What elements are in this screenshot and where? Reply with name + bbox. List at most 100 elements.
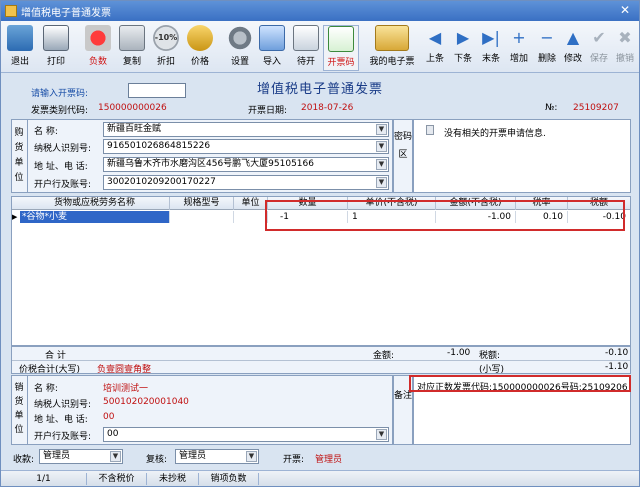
payee-value: 管理员 — [43, 451, 71, 461]
buyer-bank-value: 300201020920017​0227 — [107, 177, 216, 187]
type-code-value: 150000000026 — [98, 103, 167, 113]
last-record-button[interactable]: ▶| 末条 — [477, 29, 505, 65]
buyer-bank-label: 开户行及账号: — [34, 180, 92, 190]
chevron-down-icon[interactable]: ▼ — [376, 124, 387, 135]
seller-bank-label: 开户行及账号: — [34, 432, 92, 442]
settings-button[interactable]: 设置 — [223, 25, 257, 71]
add-label: 增加 — [509, 54, 528, 64]
invoice-code-button[interactable]: 开票码 — [323, 25, 359, 71]
seller-name-label: 名 称: — [34, 384, 58, 394]
code-prompt-label: 请输入开票码: — [31, 89, 89, 99]
toolbar: 退出 打印 负数 复制 -10% 折扣 价格 设置 导入 待开 开票码 我的电子… — [1, 21, 639, 73]
undo-label: 撤销 — [615, 54, 634, 64]
copy-icon — [119, 25, 145, 51]
chevron-down-icon[interactable]: ▼ — [376, 141, 387, 152]
reviewer-select[interactable]: 管理员 ▼ — [175, 449, 259, 464]
cell-goods-name[interactable]: *谷物*小麦 — [20, 211, 170, 223]
close-icon[interactable]: ✕ — [617, 3, 633, 18]
edit-triangle-icon: ▲ — [566, 28, 580, 47]
copy-label: 复制 — [122, 57, 141, 67]
pending-button[interactable]: 待开 — [289, 25, 323, 71]
buyer-name-value: 新疆百旺金赋 — [107, 124, 162, 134]
buyer-name-field[interactable]: 新疆百旺金赋 ▼ — [103, 122, 389, 137]
print-label: 打印 — [46, 57, 65, 67]
save-button[interactable]: ✔ 保存 — [585, 29, 613, 65]
chevron-down-icon[interactable]: ▼ — [246, 451, 257, 462]
my-einvoice-label: 我的电子票 — [369, 57, 415, 67]
import-button[interactable]: 导入 — [255, 25, 289, 71]
price-icon — [187, 25, 213, 51]
password-message: 没有相关的开票申请信息. — [444, 129, 546, 139]
next-record-button[interactable]: ▶ 下条 — [449, 28, 477, 65]
chevron-down-icon[interactable]: ▼ — [110, 451, 121, 462]
discount-label: 折扣 — [156, 57, 175, 67]
col-header-spec: 规格型号 — [170, 197, 234, 210]
invoice-no-value: 25109207 — [573, 103, 619, 113]
tax-total-label: 税额: — [479, 351, 501, 361]
chevron-down-icon[interactable]: ▼ — [376, 429, 387, 440]
invoice-code-input[interactable] — [128, 83, 186, 98]
cross-icon: ✖ — [618, 28, 632, 47]
delete-label: 删除 — [537, 54, 556, 64]
pending-icon — [293, 25, 319, 51]
seller-tax-label: 纳税人识别号: — [34, 400, 92, 410]
drawer-value: 管理员 — [315, 455, 343, 465]
col-header-name: 货物或应税劳务名称 — [20, 197, 170, 210]
undo-button[interactable]: ✖ 撤销 — [611, 28, 639, 65]
status-page: 1/1 — [1, 473, 87, 485]
plus-icon: + — [512, 28, 526, 47]
seller-bank-field[interactable]: 00 ▼ — [103, 427, 389, 442]
buyer-tax-label: 纳税人识别号: — [34, 144, 92, 154]
chevron-down-icon[interactable]: ▼ — [376, 177, 387, 188]
buyer-vertical-label: 购货单位 — [11, 119, 28, 193]
delete-button[interactable]: − 删除 — [533, 28, 561, 65]
payee-label: 收款: — [13, 455, 35, 465]
invoice-no-label: №: — [545, 103, 558, 113]
app-icon — [5, 5, 17, 17]
chevron-down-icon[interactable]: ▼ — [376, 159, 387, 170]
exit-button[interactable]: 退出 — [3, 25, 37, 71]
minus-icon: − — [540, 28, 554, 47]
copy-button[interactable]: 复制 — [115, 25, 149, 71]
invoice-title: 增值税电子普通发票 — [256, 82, 383, 97]
buyer-addr-field[interactable]: 新疆乌鲁木齐市水磨沟区456号鹏飞大厦95105166 ▼ — [103, 157, 389, 172]
settings-icon — [227, 25, 253, 51]
print-button[interactable]: 打印 — [39, 25, 73, 71]
negative-label: 负数 — [88, 57, 107, 67]
sum-label: 合 计 — [45, 351, 66, 361]
password-area: 没有相关的开票申请信息. — [413, 119, 631, 193]
buyer-bank-field[interactable]: 300201020920017​0227 ▼ — [103, 175, 389, 190]
buyer-name-label: 名 称: — [34, 127, 58, 137]
my-einvoice-button[interactable]: 我的电子票 — [367, 25, 417, 71]
invoice-window: 增值税电子普通发票 ✕ 退出 打印 负数 复制 -10% 折扣 价格 设置 导入… — [0, 0, 640, 487]
exit-label: 退出 — [10, 57, 29, 67]
prev-record-label: 上条 — [425, 54, 444, 64]
qr-code-icon — [328, 26, 354, 52]
title-bar: 增值税电子普通发票 ✕ — [1, 1, 639, 21]
pending-label: 待开 — [296, 57, 315, 67]
price-label: 价格 — [190, 57, 209, 67]
reviewer-label: 复核: — [146, 455, 168, 465]
cell-spec[interactable] — [170, 211, 234, 223]
seller-tax-value: 500102020001040 — [103, 397, 189, 407]
price-button[interactable]: 价格 — [183, 25, 217, 71]
status-price-mode: 不含税价 — [87, 473, 147, 485]
seller-bank-value: 00 — [107, 429, 119, 439]
payee-select[interactable]: 管理员 ▼ — [39, 449, 123, 464]
arrow-right-icon: ▶ — [456, 28, 470, 47]
buyer-tax-field[interactable]: 916501026864815226 ▼ — [103, 139, 389, 154]
row-pointer-icon: ▶ — [12, 213, 18, 221]
seller-addr-label: 地 址、电 话: — [34, 415, 88, 425]
negative-icon — [85, 25, 111, 51]
printer-icon — [43, 25, 69, 51]
add-button[interactable]: + 增加 — [505, 28, 533, 65]
buyer-addr-label: 地 址、电 话: — [34, 162, 88, 172]
discount-icon: -10% — [153, 25, 179, 51]
cell-unit[interactable] — [234, 211, 268, 223]
prev-record-button[interactable]: ◀ 上条 — [421, 29, 449, 65]
reviewer-value: 管理员 — [179, 451, 207, 461]
edit-button[interactable]: ▲ 修改 — [559, 28, 587, 65]
total-small-label: (小写) — [479, 365, 505, 375]
negative-button[interactable]: 负数 — [81, 25, 115, 71]
discount-button[interactable]: -10% 折扣 — [149, 25, 183, 71]
